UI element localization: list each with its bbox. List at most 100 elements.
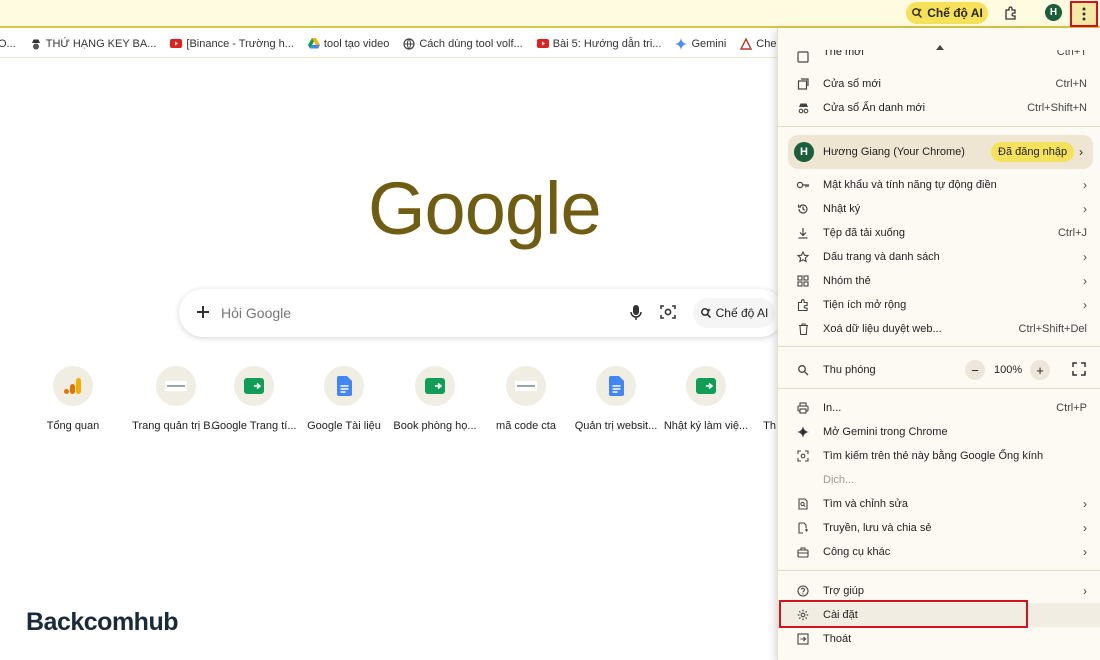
ai-mode-label: Chế độ AI bbox=[927, 6, 983, 20]
exit-icon bbox=[796, 632, 810, 646]
shortcut-label: Google Trang tí... bbox=[211, 420, 297, 432]
site-icon bbox=[506, 366, 546, 406]
bookmarks-bar: O... THỨ HẠNG KEY BA... [Binance - Trường … bbox=[0, 30, 790, 58]
chevron-right-icon: › bbox=[1083, 274, 1087, 288]
bookmark-label: tool tạo video bbox=[323, 37, 390, 50]
menu-exit[interactable]: Thoát bbox=[778, 627, 1100, 651]
globe-icon bbox=[403, 37, 415, 50]
pdf-icon bbox=[740, 37, 753, 50]
youtube-icon bbox=[536, 38, 549, 50]
shortcut-tile[interactable]: Nhật ký làm việ... bbox=[661, 366, 751, 432]
profile-avatar[interactable]: H bbox=[1045, 4, 1062, 21]
fullscreen-icon[interactable] bbox=[1071, 361, 1087, 377]
zoom-level: 100% bbox=[994, 364, 1023, 376]
search-ai-mode-label: Chế độ AI bbox=[715, 306, 769, 320]
menu-find-edit[interactable]: Tìm và chỉnh sửa › bbox=[778, 492, 1100, 516]
shortcut-tile[interactable]: Book phòng họ... bbox=[390, 366, 480, 432]
zoom-out-button[interactable]: − bbox=[965, 360, 985, 380]
backcomhub-watermark: Backcomhub bbox=[26, 608, 178, 636]
chevron-right-icon: › bbox=[1079, 145, 1083, 159]
menu-new-tab[interactable]: Thẻ mới Ctrl+T bbox=[778, 50, 1100, 64]
new-tab-icon bbox=[796, 50, 810, 64]
plus-icon[interactable] bbox=[193, 302, 213, 322]
chevron-right-icon: › bbox=[1083, 250, 1087, 264]
sheets-icon bbox=[234, 366, 274, 406]
chrome-menu-button[interactable] bbox=[1070, 1, 1098, 27]
gemini-icon bbox=[796, 425, 810, 439]
menu-profile-row[interactable]: H Hương Giang (Your Chrome) Đã đăng nhập… bbox=[788, 135, 1093, 169]
menu-print[interactable]: In... Ctrl+P bbox=[778, 396, 1100, 420]
bookmark-item[interactable]: tool tạo video bbox=[307, 37, 390, 50]
share-document-icon bbox=[796, 521, 810, 535]
shortcut-tile[interactable]: Th bbox=[752, 366, 776, 432]
menu-clear-browsing-data[interactable]: Xoá dữ liệu duyệt web... Ctrl+Shift+Del bbox=[778, 317, 1100, 341]
shortcut-label: Trang quản trị B... bbox=[132, 420, 220, 432]
menu-new-window[interactable]: Cửa sổ mới Ctrl+N bbox=[778, 72, 1100, 96]
signed-in-badge: Đã đăng nhập bbox=[991, 142, 1075, 162]
docs-icon bbox=[596, 366, 636, 406]
translate-icon bbox=[796, 473, 810, 487]
bookmark-item[interactable]: Gemini bbox=[675, 37, 727, 50]
shortcut-tile[interactable]: Trang quản trị B... bbox=[131, 366, 221, 432]
shortcut-tile[interactable]: mã code cta bbox=[481, 366, 571, 432]
bookmark-label: Bài 5: Hướng dẫn tri... bbox=[552, 37, 662, 50]
bookmark-item[interactable]: Bài 5: Hướng dẫn tri... bbox=[536, 37, 662, 50]
menu-zoom-row: Thu phóng − 100% + bbox=[778, 356, 1100, 384]
bookmark-label: Cách dùng tool volf... bbox=[419, 37, 523, 50]
profile-name: Hương Giang (Your Chrome) bbox=[823, 146, 965, 158]
shortcut-tile[interactable]: Google Trang tí... bbox=[209, 366, 299, 432]
shortcut-tile[interactable]: Quản trị websit... bbox=[571, 366, 661, 432]
sheets-icon bbox=[415, 366, 455, 406]
menu-divider bbox=[778, 126, 1100, 127]
drive-icon bbox=[307, 38, 320, 50]
bookmark-label: Gemini bbox=[691, 37, 727, 50]
menu-translate: Dịch... bbox=[778, 468, 1100, 492]
ai-search-icon bbox=[912, 8, 923, 18]
search-ai-mode-button[interactable]: Chế độ AI bbox=[693, 298, 775, 328]
search-input[interactable]: Hỏi Google bbox=[221, 305, 291, 321]
menu-history[interactable]: Nhật ký › bbox=[778, 197, 1100, 221]
menu-extensions[interactable]: Tiện ích mở rộng › bbox=[778, 293, 1100, 317]
search-box[interactable]: Hỏi Google Chế độ AI bbox=[179, 289, 784, 337]
help-icon bbox=[796, 584, 810, 598]
menu-cast-save-share[interactable]: Truyền, lưu và chia sẻ › bbox=[778, 516, 1100, 540]
chevron-right-icon: › bbox=[1083, 584, 1087, 598]
key-icon bbox=[796, 178, 810, 192]
menu-google-lens[interactable]: Tìm kiếm trên thẻ này bằng Google Ống kí… bbox=[778, 444, 1100, 468]
menu-incognito-window[interactable]: Cửa sổ Ẩn danh mới Ctrl+Shift+N bbox=[778, 96, 1100, 120]
kebab-menu-icon bbox=[1082, 7, 1086, 21]
docs-icon bbox=[324, 366, 364, 406]
extensions-icon[interactable] bbox=[1002, 4, 1020, 22]
zoom-icon bbox=[796, 363, 810, 377]
chevron-right-icon: › bbox=[1083, 178, 1087, 192]
bookmark-item[interactable]: [Binance - Trường h... bbox=[170, 38, 294, 50]
microphone-icon[interactable] bbox=[626, 302, 646, 322]
incognito-icon bbox=[796, 101, 810, 115]
menu-tab-groups[interactable]: Nhóm thẻ › bbox=[778, 269, 1100, 293]
google-lens-icon[interactable] bbox=[658, 302, 678, 322]
shortcut-tile[interactable]: Google Tài liệu bbox=[299, 366, 389, 432]
google-logo: Google bbox=[368, 167, 602, 250]
bookmark-label: O... bbox=[0, 37, 16, 50]
bookmark-item[interactable]: Cách dùng tool volf... bbox=[403, 37, 523, 50]
menu-passwords[interactable]: Mật khẩu và tính năng tự động điền › bbox=[778, 173, 1100, 197]
bookmark-item[interactable]: O... bbox=[0, 38, 16, 50]
new-window-icon bbox=[796, 77, 810, 91]
menu-downloads[interactable]: Tệp đã tải xuống Ctrl+J bbox=[778, 221, 1100, 245]
menu-open-gemini[interactable]: Mở Gemini trong Chrome bbox=[778, 420, 1100, 444]
ai-search-icon bbox=[700, 308, 711, 318]
shortcut-label: mã code cta bbox=[496, 420, 556, 432]
shortcut-label: Tổng quan bbox=[46, 420, 100, 432]
menu-bookmarks[interactable]: Dấu trang và danh sách › bbox=[778, 245, 1100, 269]
print-icon bbox=[796, 401, 810, 415]
bookmark-label: THỨ HẠNG KEY BA... bbox=[45, 37, 157, 50]
sheets-icon bbox=[686, 366, 726, 406]
puzzle-icon bbox=[796, 298, 810, 312]
ai-mode-button[interactable]: Chế độ AI bbox=[906, 2, 988, 24]
shortcut-tile[interactable]: Tổng quan bbox=[28, 366, 118, 432]
menu-more-tools[interactable]: Công cụ khác › bbox=[778, 540, 1100, 564]
bookmark-item[interactable]: THỨ HẠNG KEY BA... bbox=[30, 37, 157, 50]
chevron-right-icon: › bbox=[1083, 521, 1087, 535]
browser-toolbar: Chế độ AI H bbox=[0, 0, 1100, 28]
zoom-in-button[interactable]: + bbox=[1030, 360, 1050, 380]
